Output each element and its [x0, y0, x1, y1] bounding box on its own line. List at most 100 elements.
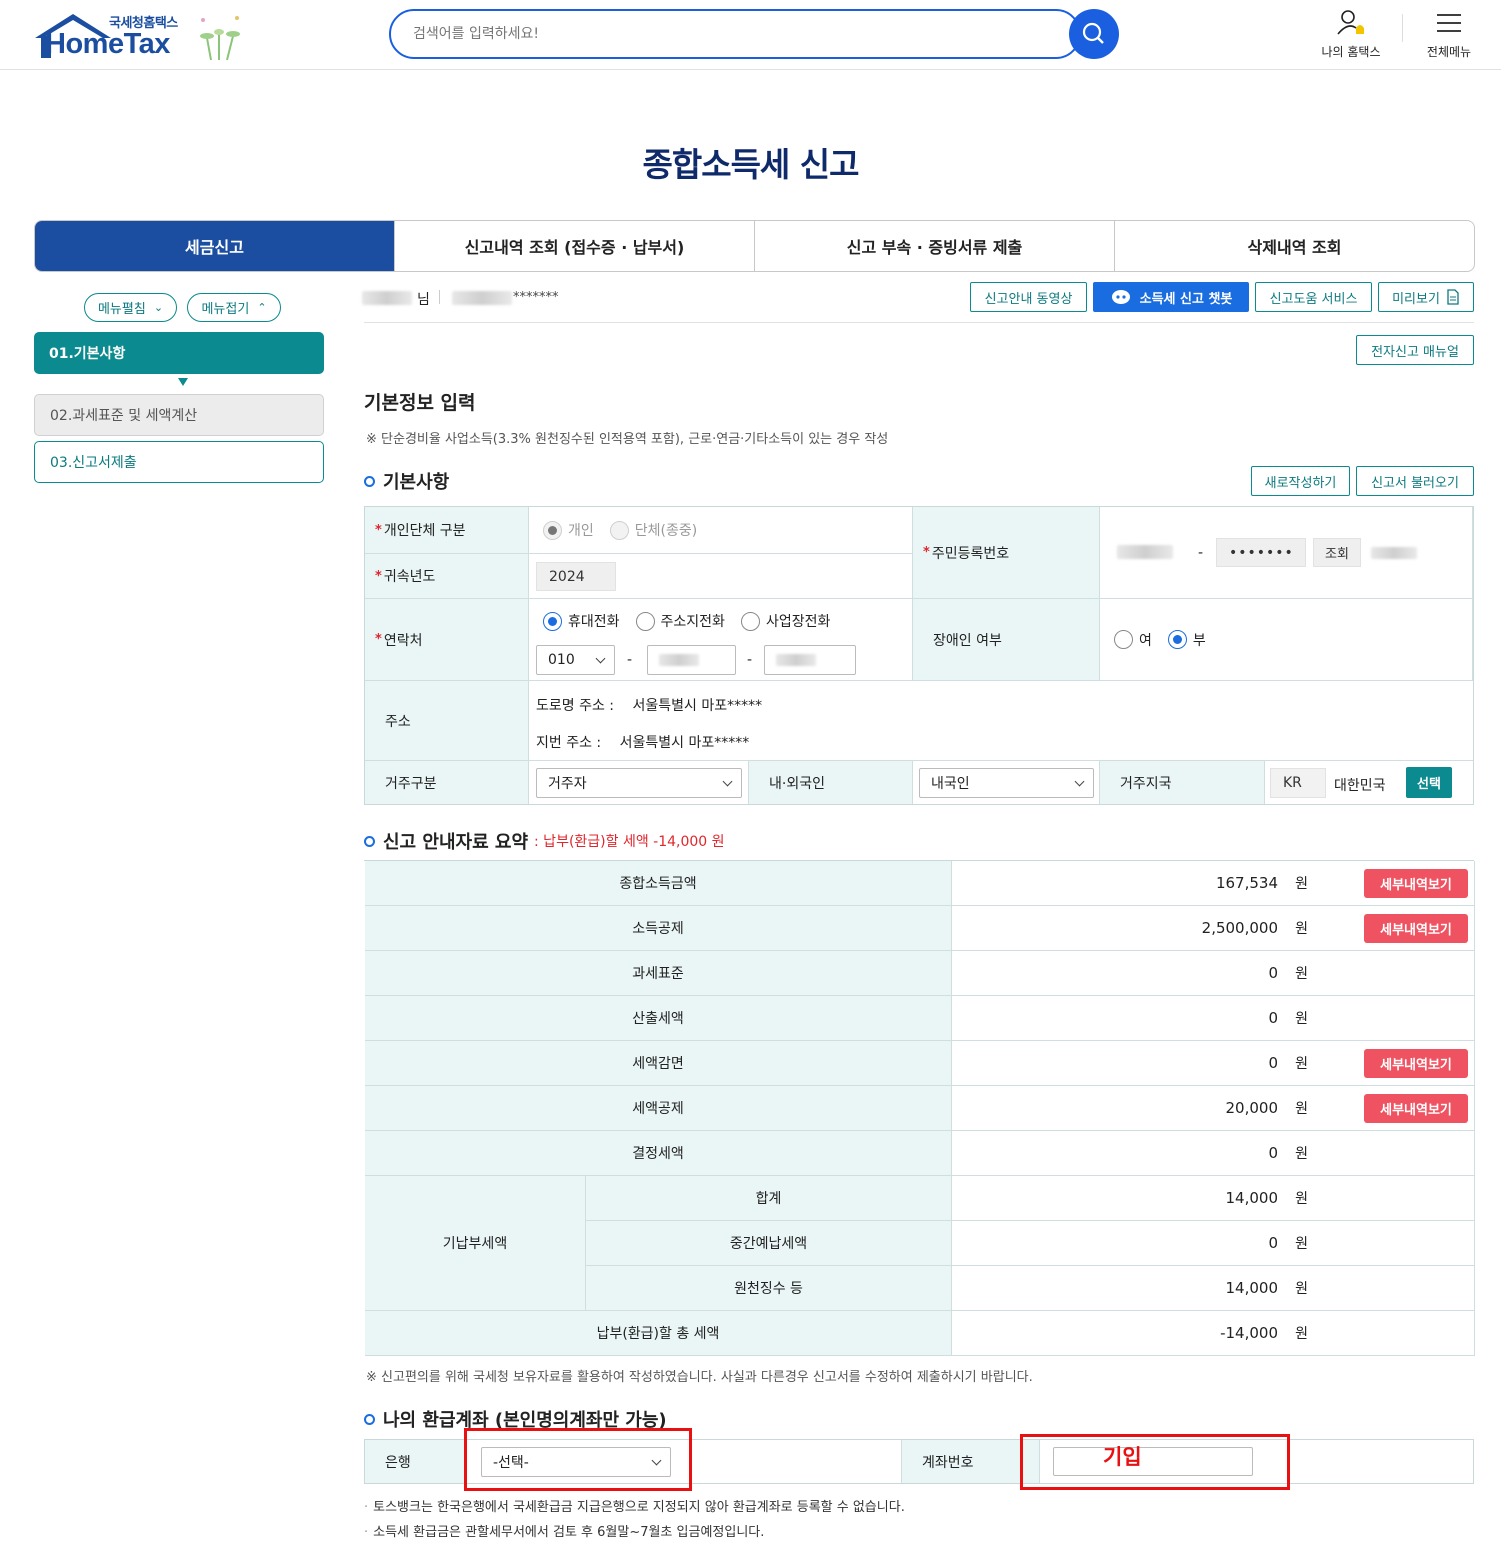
radio-circle [1114, 630, 1133, 649]
preview-label: 미리보기 [1392, 291, 1440, 307]
phone-last-input[interactable] [764, 645, 856, 675]
all-menu-button[interactable]: 전체메뉴 [1414, 8, 1484, 60]
hometax-logo[interactable]: 국세청홈택스 HomeTax [33, 10, 248, 64]
contact-home-radio[interactable]: 주소지전화 [635, 611, 725, 631]
year-label: 귀속년도 [383, 569, 436, 585]
chevron-down-icon [722, 776, 733, 787]
country-select-button[interactable]: 선택 [1406, 767, 1452, 798]
summary-label: 소득공제 [365, 906, 952, 951]
step-submit[interactable]: 03.신고서제출 [34, 441, 324, 483]
country-label: 거주지국 [1120, 775, 1172, 792]
new-write-button[interactable]: 새로작성하기 [1251, 466, 1350, 496]
prepaid-sub-label: 중간예납세액 [586, 1221, 952, 1266]
my-hometax-button[interactable]: 나의 홈택스 [1312, 8, 1390, 60]
contact-mobile-label: 휴대전화 [568, 614, 620, 630]
summary-value: 0 [1268, 1234, 1278, 1252]
guide-video-button[interactable]: 신고안내 동영상 [970, 282, 1087, 312]
address-label-cell: 주소 [365, 681, 529, 761]
user-bell-icon [1337, 10, 1364, 35]
phone-middle-input[interactable] [647, 645, 736, 675]
required-mark: * [923, 545, 930, 560]
unit: 원 [1295, 1326, 1308, 1342]
section-bullet-icon [364, 1413, 375, 1425]
contact-work-radio[interactable]: 사업장전화 [740, 611, 831, 631]
unit: 원 [1295, 876, 1308, 892]
prepaid-sub-label: 합계 [586, 1176, 952, 1221]
summary-value: 0 [1268, 1144, 1278, 1162]
table-row: 과세표준 0 원 [365, 951, 1475, 996]
nationality-label: 내·외국인 [769, 775, 825, 792]
tab-tax-report[interactable]: 세금신고 [35, 221, 394, 271]
nationality-select[interactable]: 내국인 [919, 768, 1094, 798]
contact-work-label: 사업장전화 [765, 614, 831, 630]
detail-button[interactable]: 세부내역보기 [1364, 1049, 1468, 1078]
detail-button[interactable]: 세부내역보기 [1364, 869, 1468, 898]
phone-prefix-select[interactable]: 010 [536, 645, 615, 675]
rrn-lookup-button[interactable]: 조회 [1313, 538, 1361, 567]
menu-expand-button[interactable]: 메뉴펼침 ⌄ [84, 293, 177, 322]
contact-label-cell: * 연락처 [365, 599, 529, 681]
menu-collapse-button[interactable]: 메뉴접기 ⌃ [187, 293, 281, 322]
user-divider [439, 290, 440, 304]
jibun-address-value: 서울특별시 마포***** [619, 735, 750, 751]
annotation-box-account [1020, 1434, 1290, 1490]
summary-value-cell: 167,534 원 세부내역보기 [952, 861, 1475, 906]
user-name-redacted [362, 291, 412, 305]
contact-mobile-radio[interactable]: 휴대전화 [543, 611, 620, 631]
tab-report-history[interactable]: 신고내역 조회 (접수증 · 납부서) [394, 221, 754, 271]
summary-note: ※ 신고편의를 위해 국세청 보유자료를 활용하여 작성하였습니다. 사실과 다… [366, 1370, 1033, 1385]
type-individual-radio[interactable]: 개인 [543, 520, 594, 540]
table-row: 합계 14,000 원 [365, 1176, 1475, 1221]
disability-no-radio[interactable]: 부 [1167, 630, 1206, 650]
rrn-result-redacted [1371, 547, 1417, 559]
preview-button[interactable]: 미리보기 [1378, 282, 1474, 312]
bank-label: 은행 [385, 1454, 411, 1471]
disability-yes-radio[interactable]: 여 [1114, 630, 1152, 650]
search-button[interactable] [1069, 9, 1119, 59]
step-tax-calc[interactable]: 02.과세표준 및 세액계산 [34, 394, 324, 436]
year-field: 2024 [536, 562, 616, 591]
basic-section-title: 기본사항 [364, 468, 449, 494]
detail-button[interactable]: 세부내역보기 [1364, 1094, 1468, 1123]
summary-value: 0 [1268, 964, 1278, 982]
summary-value-cell: 20,000 원 세부내역보기 [952, 1086, 1475, 1131]
type-individual-label: 개인 [568, 523, 594, 539]
e-filing-manual-button[interactable]: 전자신고 매뉴얼 [1356, 335, 1474, 365]
basic-info-note: ※ 단순경비율 사업소득(3.3% 원천징수된 인적용역 포함), 근로·연금·… [366, 432, 889, 447]
table-row: 세액공제 20,000 원 세부내역보기 [365, 1086, 1475, 1131]
help-service-button[interactable]: 신고도움 서비스 [1255, 282, 1372, 312]
tab-deleted-history[interactable]: 삭제내역 조회 [1114, 221, 1474, 271]
total-label: 납부(환급)할 총 세액 [365, 1311, 952, 1356]
unit: 원 [1295, 921, 1308, 937]
step-basic-info[interactable]: 01.기본사항 [34, 332, 324, 374]
my-hometax-label: 나의 홈택스 [1321, 45, 1381, 59]
tab-attachments[interactable]: 신고 부속 · 증빙서류 제출 [754, 221, 1114, 271]
country-code-field: KR [1270, 768, 1326, 798]
type-options: 개인 단체(종중) [529, 507, 913, 554]
summary-table: 종합소득금액 167,534 원 세부내역보기 소득공제 2,500,000 원… [364, 860, 1475, 1356]
type-label: 개인단체 구분 [383, 523, 466, 539]
unit: 원 [1295, 1236, 1308, 1252]
phone-dash-1: - [627, 652, 633, 668]
user-suffix: 님 [417, 292, 430, 308]
summary-value-cell: 0 원 [952, 996, 1475, 1041]
residency-select[interactable]: 거주자 [536, 768, 742, 798]
all-menu-label: 전체메뉴 [1426, 45, 1472, 59]
chatbot-button[interactable]: 소득세 신고 챗봇 [1093, 282, 1249, 312]
summary-value-cell: -14,000 원 [952, 1311, 1475, 1356]
summary-value: 14,000 [1225, 1189, 1279, 1207]
table-row: 중간예납세액 0 원 [365, 1221, 1475, 1266]
address-label: 주소 [385, 713, 411, 730]
unit: 원 [1295, 1056, 1308, 1072]
type-label-cell: * 개인단체 구분 [365, 507, 529, 554]
required-mark: * [375, 522, 382, 538]
jibun-address: 지번 주소 : 서울특별시 마포***** [536, 732, 749, 752]
type-group-radio[interactable]: 단체(종중) [609, 520, 697, 540]
country-name: 대한민국 [1334, 778, 1386, 794]
load-report-button[interactable]: 신고서 불러오기 [1356, 466, 1474, 496]
step-arrow-icon [178, 378, 188, 386]
required-mark: * [375, 568, 382, 584]
road-address-value: 서울특별시 마포***** [632, 698, 763, 714]
detail-button[interactable]: 세부내역보기 [1364, 914, 1468, 943]
search-input[interactable] [389, 9, 1081, 59]
